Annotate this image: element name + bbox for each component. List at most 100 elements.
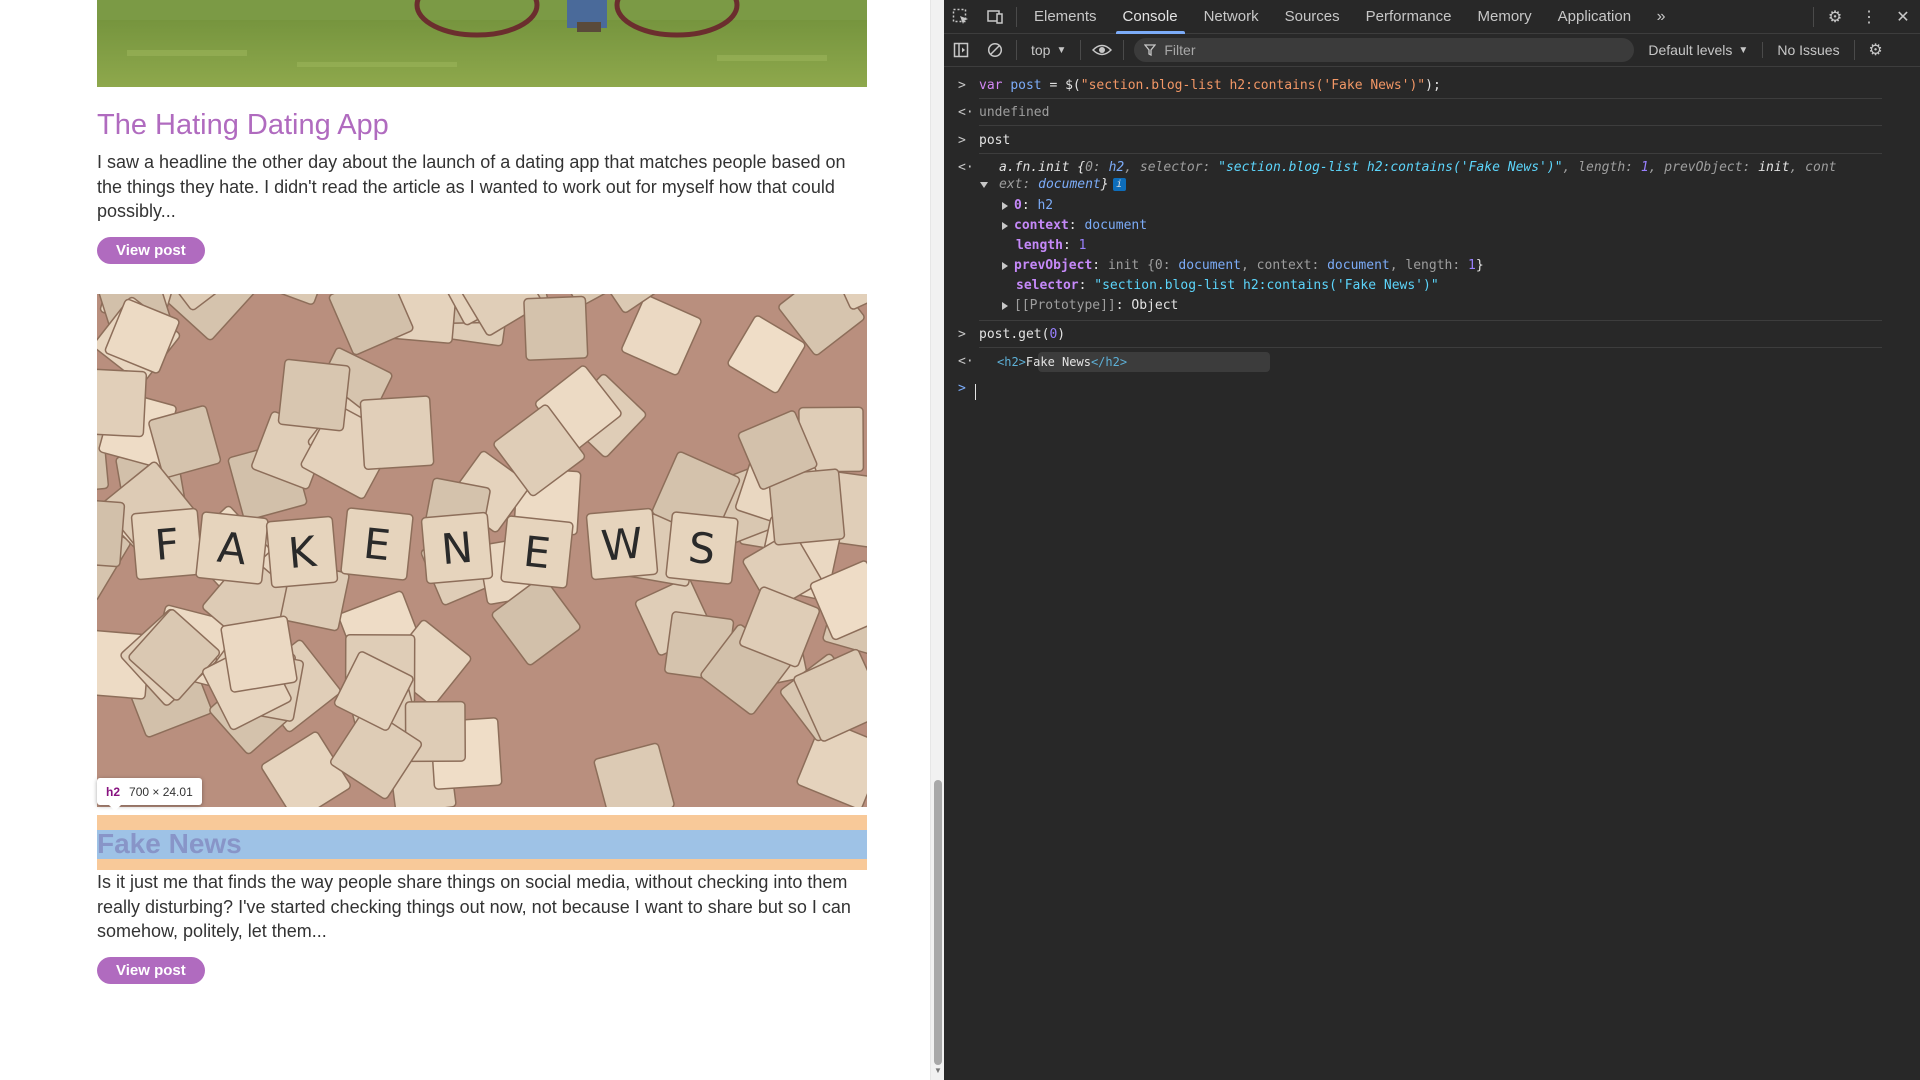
- more-options-icon[interactable]: ⋮: [1852, 0, 1886, 34]
- prop-value: 1: [1468, 258, 1476, 273]
- tooltip-tag: h2: [106, 784, 121, 799]
- prop-value: 1: [1078, 238, 1087, 253]
- web-page: The Hating Dating App I saw a headline t…: [0, 0, 930, 1080]
- prompt-chevron-icon: >: [958, 381, 966, 396]
- tooltip-dimensions: 700 × 24.01: [129, 784, 193, 799]
- obj-text: ext:: [999, 177, 1039, 192]
- view-post-button[interactable]: View post: [97, 957, 205, 984]
- issues-counter[interactable]: No Issues: [1762, 42, 1840, 58]
- prop-value: 0:: [1154, 258, 1179, 273]
- tab-network[interactable]: Network: [1191, 0, 1272, 34]
- page-scrollbar[interactable]: ▼: [930, 0, 944, 1080]
- more-tabs-icon[interactable]: »: [1644, 0, 1678, 34]
- console-toolbar: top ▼ Filter Default levels ▼ No Issues …: [944, 34, 1920, 67]
- scrabble-letter-tile: N: [420, 511, 494, 585]
- prop-value: Object: [1131, 298, 1179, 313]
- obj-text: h2: [1108, 160, 1125, 175]
- input-chevron-icon: >: [958, 133, 966, 148]
- chevron-down-icon: ▼: [1056, 44, 1067, 56]
- obj-text: init: [1758, 160, 1790, 175]
- prop-value: document: [1327, 258, 1390, 273]
- tab-memory[interactable]: Memory: [1465, 0, 1545, 34]
- tooltip-arrow: [108, 804, 122, 811]
- settings-gear-icon[interactable]: ⚙: [1818, 0, 1852, 34]
- prop-value: "section.blog-list h2:contains('Fake New…: [1094, 278, 1439, 293]
- post-excerpt: I saw a headline the other day about the…: [97, 152, 846, 221]
- device-toolbar-icon[interactable]: [978, 0, 1012, 34]
- post-excerpt: Is it just me that finds the way people …: [97, 872, 851, 941]
- divider: [1080, 40, 1082, 60]
- svg-text:W: W: [599, 518, 645, 570]
- obj-text: 0:: [1085, 160, 1109, 175]
- obj-text: a.fn.init {: [999, 160, 1086, 175]
- console-divider: [979, 98, 1882, 99]
- log-levels-dropdown[interactable]: Default levels ▼: [1648, 42, 1748, 58]
- devtools-tab-bar: Elements Console Network Sources Perform…: [944, 0, 1920, 34]
- live-expression-eye-icon[interactable]: [1085, 33, 1119, 67]
- html-text: Fake News: [1025, 355, 1091, 369]
- post-title[interactable]: The Hating Dating App: [97, 108, 867, 142]
- prop-value: h2: [1037, 198, 1054, 213]
- info-badge-icon[interactable]: i: [1112, 178, 1126, 191]
- inspect-element-icon[interactable]: [944, 0, 978, 34]
- svg-text:E: E: [361, 519, 393, 571]
- scroll-down-arrow-icon[interactable]: ▼: [934, 1066, 942, 1075]
- scrabble-letter-tile: F: [130, 507, 204, 581]
- console-divider: [979, 320, 1882, 321]
- console-divider: [979, 125, 1882, 126]
- scrabble-letter-tile: A: [195, 511, 269, 585]
- tab-sources[interactable]: Sources: [1272, 0, 1353, 34]
- obj-text: 1: [1640, 160, 1649, 175]
- console-settings-gear-icon[interactable]: ⚙: [1859, 33, 1893, 67]
- code-variable: post: [1010, 78, 1042, 93]
- expand-triangle-icon[interactable]: [1002, 201, 1008, 210]
- highlight-padding-bottom: [97, 859, 867, 870]
- view-post-button[interactable]: View post: [97, 237, 205, 264]
- result-arrow-icon: <·: [958, 160, 974, 175]
- divider: [1813, 7, 1814, 27]
- post-title-fake-news[interactable]: Fake News: [97, 828, 242, 860]
- close-icon[interactable]: ✕: [1886, 0, 1920, 34]
- prop-key: [[Prototype]]: [1014, 298, 1116, 313]
- collapse-triangle-icon[interactable]: [980, 181, 988, 188]
- tab-application[interactable]: Application: [1545, 0, 1644, 34]
- tab-elements[interactable]: Elements: [1021, 0, 1110, 34]
- code-text: );: [1425, 78, 1441, 93]
- obj-text: , prevObject:: [1648, 160, 1759, 175]
- input-chevron-icon: >: [958, 78, 966, 93]
- code-text: .get(: [1010, 327, 1050, 342]
- filter-input[interactable]: Filter: [1134, 38, 1635, 62]
- devtools-panel: Elements Console Network Sources Perform…: [944, 0, 1920, 1080]
- tab-performance[interactable]: Performance: [1353, 0, 1465, 34]
- scrollbar-thumb[interactable]: [934, 780, 942, 1065]
- filter-icon: [1144, 44, 1157, 56]
- expand-triangle-icon[interactable]: [1002, 221, 1008, 230]
- chevron-down-icon: ▼: [1738, 44, 1749, 56]
- sidebar-toggle-icon[interactable]: [944, 33, 978, 67]
- prop-value: init {: [1107, 258, 1155, 273]
- clear-console-icon[interactable]: [978, 33, 1012, 67]
- result-arrow-icon: <·: [958, 354, 974, 369]
- context-selector[interactable]: top ▼: [1021, 42, 1076, 58]
- tab-console[interactable]: Console: [1110, 0, 1191, 34]
- prop-value: }: [1475, 258, 1484, 273]
- scrabble-letter-tile: K: [265, 515, 339, 589]
- expand-triangle-icon[interactable]: [1002, 301, 1008, 310]
- svg-text:E: E: [521, 527, 553, 579]
- divider: [1016, 6, 1017, 27]
- expand-triangle-icon[interactable]: [1002, 261, 1008, 270]
- code-text: = $(: [1041, 78, 1081, 93]
- console-prompt-caret[interactable]: [975, 384, 976, 400]
- context-selector-label: top: [1031, 42, 1051, 58]
- prop-value: document: [1084, 218, 1148, 233]
- console-divider: [979, 153, 1882, 154]
- scrabble-tiles-illustration: FAKENEWS: [97, 294, 867, 807]
- svg-text:F: F: [153, 519, 181, 570]
- prop-value: document: [1178, 258, 1242, 273]
- prop-value: , length:: [1389, 258, 1469, 273]
- divider: [1016, 40, 1017, 60]
- prop-key: context: [1014, 218, 1069, 233]
- obj-text: "section.blog-list h2:contains('Fake New…: [1218, 160, 1563, 175]
- console-divider: [979, 347, 1882, 348]
- prop-key: 0: [1014, 198, 1022, 213]
